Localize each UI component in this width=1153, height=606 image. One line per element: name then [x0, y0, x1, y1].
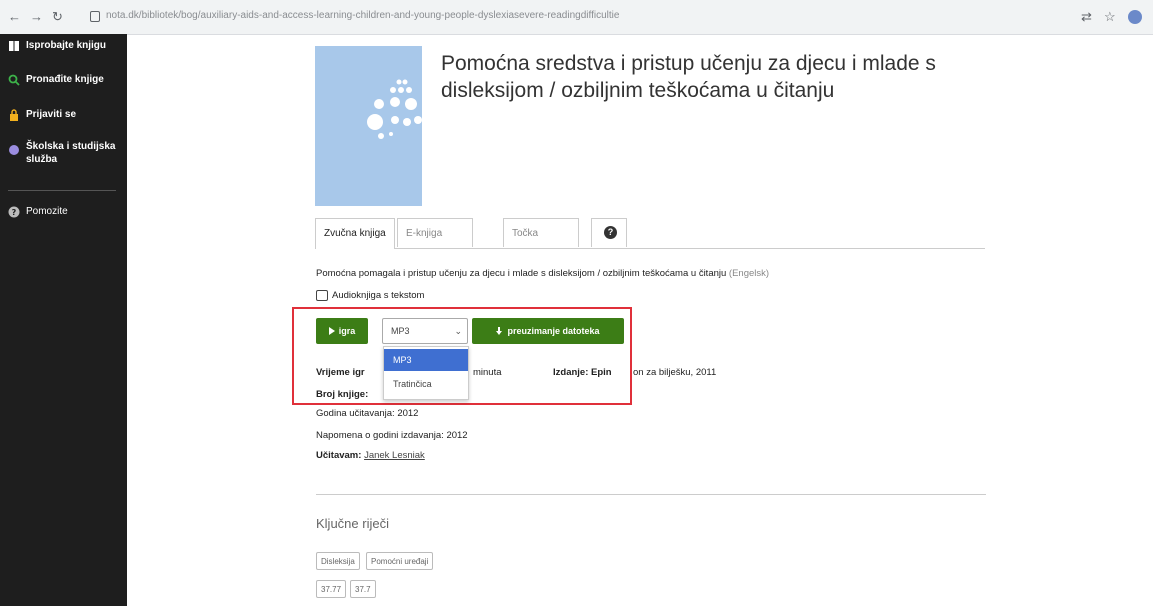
play-icon — [328, 327, 335, 335]
profile-icon[interactable] — [1128, 10, 1142, 24]
keyword-chip[interactable]: Disleksija — [316, 552, 360, 570]
audiobook-icon — [316, 290, 328, 301]
lock-icon — [90, 11, 100, 22]
description-text: Pomoćna pomagala i pristup učenju za dje… — [316, 268, 727, 279]
option-daisy[interactable]: Tratinčica — [384, 373, 468, 395]
tab-help[interactable]: ? — [591, 218, 627, 247]
download-icon — [496, 327, 503, 335]
tab-ebook[interactable]: E-knjiga — [397, 218, 473, 247]
note-year: Napomena o godini izdavanja: 2012 — [316, 430, 468, 441]
keywords-title: Ključne riječi — [316, 516, 389, 531]
url-text: nota.dk/bibliotek/bog/auxiliary-aids-and… — [106, 10, 620, 21]
edition-tail: on za bilješku, 2011 — [633, 367, 717, 378]
sidebar-item-login[interactable]: Prijaviti se — [8, 109, 128, 121]
sidebar-item-label: Isprobajte knjigu — [26, 40, 107, 51]
book-number: Broj knjige: — [316, 389, 369, 400]
sidebar-item-try-book[interactable]: Isprobajte knjigu — [8, 40, 128, 52]
sidebar-item-find-books[interactable]: Pronađite knjige — [8, 74, 128, 86]
select-value: MP3 — [391, 326, 410, 336]
sidebar-divider — [8, 190, 116, 191]
sidebar-item-label: Prijaviti se — [26, 109, 77, 120]
language-link[interactable]: (Engelsk) — [729, 268, 769, 279]
sidebar-item-help[interactable]: ? Pomozite — [8, 206, 128, 218]
format-label: Audioknjiga s tekstom — [316, 290, 424, 301]
sidebar: Isprobajte knjigu Pronađite knjige Prija… — [0, 34, 127, 606]
sidebar-item-label: Pronađite knjige — [26, 74, 104, 85]
play-button[interactable]: igra — [316, 318, 368, 344]
keyword-chip[interactable]: Pomoćni uređaji — [366, 552, 434, 570]
chevron-down-icon: ⌄ — [454, 326, 462, 336]
forward-icon[interactable]: → — [30, 9, 43, 24]
book-title: Pomoćna sredstva i pristup učenju za dje… — [441, 52, 936, 102]
star-icon[interactable]: ☆ — [1104, 9, 1116, 25]
book-cover — [315, 46, 422, 206]
download-button[interactable]: preuzimanje datoteka — [472, 318, 624, 344]
format-text: Audioknjiga s tekstom — [332, 290, 425, 301]
help-icon: ? — [604, 226, 617, 239]
play-label: igra — [338, 326, 356, 336]
keyword-chip[interactable]: 37.7 — [350, 580, 376, 598]
translate-icon[interactable]: ⇄ — [1081, 9, 1092, 25]
browser-toolbar: ← → ↻ nota.dk/bibliotek/bog/auxiliary-ai… — [0, 0, 1153, 35]
sidebar-item-school-service[interactable]: Školska i studijska služba — [8, 140, 128, 166]
search-icon — [8, 74, 20, 86]
download-label: preuzimanje datoteka — [507, 326, 600, 336]
reader-link[interactable]: Janek Lesniak — [364, 450, 425, 461]
keyword-chip[interactable]: 37.77 — [316, 580, 347, 598]
address-bar[interactable]: nota.dk/bibliotek/bog/auxiliary-aids-and… — [84, 5, 1104, 29]
help-icon: ? — [8, 206, 20, 218]
lock-icon — [10, 109, 18, 121]
reader: Učitavam: Janek Lesniak — [316, 450, 425, 461]
back-icon[interactable]: ← — [8, 9, 21, 24]
playtime: Vrijeme igr — [316, 367, 365, 378]
tab-audiobook[interactable]: Zvučna knjiga — [315, 218, 395, 249]
option-mp3[interactable]: MP3 — [384, 349, 468, 371]
book-icon — [9, 41, 19, 51]
section-divider — [316, 494, 986, 495]
sidebar-item-label: Pomozite — [26, 206, 68, 217]
format-select[interactable]: MP3 ⌄ — [382, 318, 468, 344]
sidebar-item-label: Školska i studijska služba — [26, 141, 116, 165]
book-description: Pomoćna pomagala i pristup učenju za dje… — [316, 268, 769, 279]
edition: Izdanje: Epin — [553, 367, 612, 378]
reload-icon[interactable]: ↻ — [52, 9, 63, 25]
format-tabs: Zvučna knjiga E-knjiga Točka ? — [315, 218, 985, 249]
tab-braille[interactable]: Točka — [503, 218, 579, 247]
svg-text:?: ? — [12, 208, 17, 217]
format-dropdown: MP3 Tratinčica — [383, 346, 469, 400]
circle-icon — [9, 145, 19, 155]
playtime-suffix: minuta — [473, 367, 502, 378]
cover-logo-icon — [367, 79, 422, 139]
read-year: Godina učitavanja: 2012 — [316, 408, 419, 419]
